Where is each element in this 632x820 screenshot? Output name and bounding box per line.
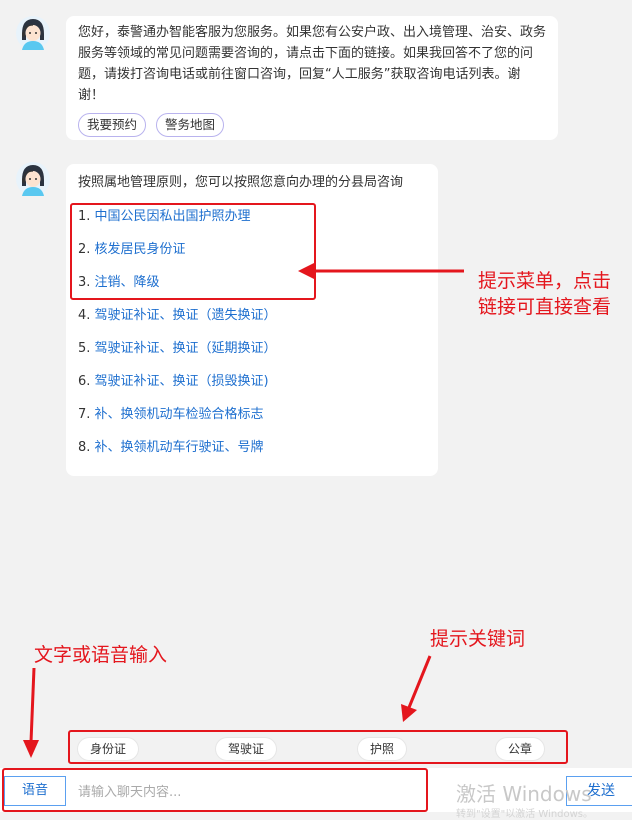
keyword-highlight-box bbox=[68, 730, 568, 764]
input-hint-arrow-icon bbox=[23, 667, 39, 758]
keyword-hint-arrow-icon bbox=[401, 655, 432, 722]
quick-action-row: 我要预约 警务地图 bbox=[78, 113, 546, 137]
menu-link-text[interactable]: 驾驶证补证、换证（损毁换证) bbox=[95, 374, 269, 389]
bot-avatar-icon bbox=[16, 16, 50, 50]
menu-link-item[interactable]: 5. 驾驶证补证、换证（延期换证） bbox=[78, 338, 277, 359]
menu-link-text[interactable]: 驾驶证补证、换证（遗失换证） bbox=[95, 308, 277, 323]
menu-link-text[interactable]: 补、换领机动车检验合格标志 bbox=[95, 407, 264, 422]
menu-link-item[interactable]: 8. 补、换领机动车行驶证、号牌 bbox=[78, 437, 264, 458]
input-highlight-box bbox=[2, 768, 428, 812]
bot-avatar-icon bbox=[16, 162, 50, 196]
welcome-message: 您好，泰警通办智能客服为您服务。如果您有公安户政、出入境管理、治安、政务服务等领… bbox=[66, 16, 558, 140]
menu-link-item[interactable]: 6. 驾驶证补证、换证（损毁换证) bbox=[78, 371, 269, 392]
menu-link-text[interactable]: 驾驶证补证、换证（延期换证） bbox=[95, 341, 277, 356]
welcome-text: 您好，泰警通办智能客服为您服务。如果您有公安户政、出入境管理、治安、政务服务等领… bbox=[78, 25, 547, 103]
menu-link-number: 8. bbox=[78, 440, 91, 455]
menu-link-number: 6. bbox=[78, 374, 91, 389]
input-hint-text: 文字或语音输入 bbox=[34, 644, 168, 666]
menu-hint-text: 提示菜单，点击链接可直接查看 bbox=[478, 270, 612, 318]
menu-link-item[interactable]: 7. 补、换领机动车检验合格标志 bbox=[78, 404, 264, 425]
menu-hint-arrow-icon bbox=[298, 262, 464, 280]
police-map-button[interactable]: 警务地图 bbox=[156, 113, 225, 137]
menu-link-item[interactable]: 4. 驾驶证补证、换证（遗失换证） bbox=[78, 305, 277, 326]
activation-watermark: 激活 Windows bbox=[456, 782, 592, 806]
menu-link-number: 7. bbox=[78, 407, 91, 422]
menu-link-number: 4. bbox=[78, 308, 91, 323]
menu-intro: 按照属地管理原则，您可以按照您意向办理的分县局咨询 bbox=[78, 175, 404, 190]
appointment-button[interactable]: 我要预约 bbox=[78, 113, 147, 137]
menu-link-number: 5. bbox=[78, 341, 91, 356]
menu-link-text[interactable]: 补、换领机动车行驶证、号牌 bbox=[95, 440, 264, 455]
activation-watermark-subtext: 转到"设置"以激活 Windows。 bbox=[456, 809, 594, 820]
keyword-hint-text: 提示关键词 bbox=[430, 628, 526, 650]
menu-highlight-box bbox=[70, 203, 316, 300]
